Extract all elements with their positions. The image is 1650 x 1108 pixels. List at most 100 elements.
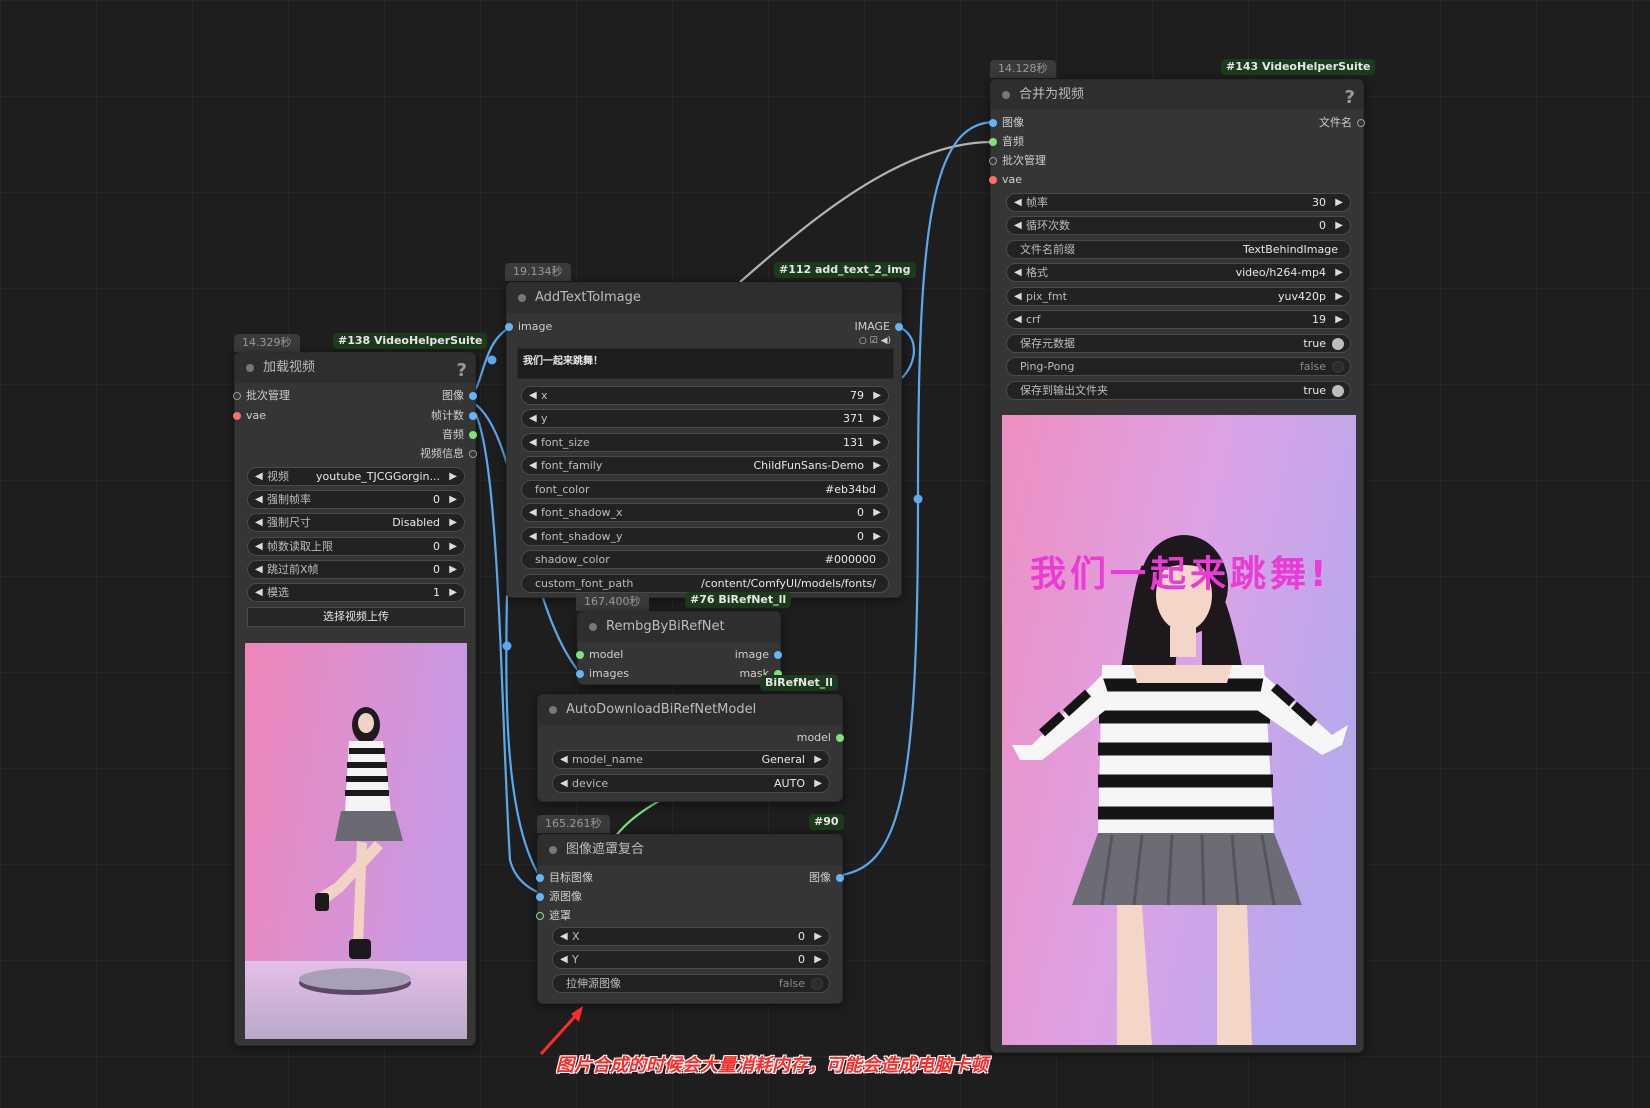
upload-video-button[interactable]: 选择视频上传 [247,607,465,627]
widget-label: font_family [541,459,603,472]
output-port-image[interactable]: image [695,646,785,664]
output-port-model[interactable]: model [747,729,847,747]
video-preview [245,643,467,1039]
help-icon[interactable]: ? [1345,83,1355,113]
toggle-save-output[interactable]: 保存到输出文件夹 true [1006,381,1351,400]
input-port-source[interactable]: 源图像 [533,888,643,906]
text-input[interactable]: 我们一起来跳舞！ [517,348,894,379]
collapse-dot-icon[interactable] [589,623,597,631]
input-port-images[interactable]: 图像 [986,114,1096,132]
add-text-node[interactable]: AddTextToImage image IMAGE ○ ☑ ◀) 我们一起来跳… [505,282,903,598]
widget-skip-frames[interactable]: ◀ 跳过前X帧 0 ▶ [247,560,465,579]
widget-value: 0 [433,540,440,553]
input-port-batch[interactable]: 批次管理 [986,152,1096,170]
combine-time-badge: 14.128秒 [990,60,1056,78]
widget-value: false [1299,360,1326,373]
autodownload-node[interactable]: AutoDownloadBiRefNetModel model ◀ model_n… [537,694,844,802]
widget-x[interactable]: ◀ X 0 ▶ [552,927,830,946]
widget-value: 0 [798,930,805,943]
widget-crf[interactable]: ◀ crf 19 ▶ [1006,310,1351,329]
collapse-dot-icon[interactable] [549,846,557,854]
widget-value: ChildFunSans-Demo [753,459,865,472]
widget-shadow-color[interactable]: shadow_color #000000 [521,550,889,569]
port-label: image [518,320,553,333]
widget-value: 371 [843,412,864,425]
collapse-dot-icon[interactable] [518,294,526,302]
help-icon[interactable]: ? [457,356,467,386]
text-format-icons[interactable]: ○ ☑ ◀) [859,336,891,346]
widget-video[interactable]: ◀ 视频 youtube_TJCGGorgin... ▶ [247,467,465,486]
widget-model-name[interactable]: ◀ model_name General ▶ [552,750,830,769]
output-port-frame-count[interactable]: 帧计数 [370,407,480,425]
widget-label: Y [572,953,579,966]
add-text-time-badge: 19.134秒 [505,263,571,281]
rembg-title[interactable]: RembgByBiRefNet [578,612,780,642]
widget-device[interactable]: ◀ device AUTO ▶ [552,774,830,793]
widget-frame-rate[interactable]: ◀ 帧率 30 ▶ [1006,193,1351,212]
add-text-title[interactable]: AddTextToImage [507,283,901,313]
output-port-image[interactable]: 图像 [370,387,480,405]
widget-select-nth[interactable]: ◀ 模选 1 ▶ [247,583,465,602]
widget-frame-cap[interactable]: ◀ 帧数读取上限 0 ▶ [247,537,465,556]
port-label: 图像 [442,389,464,402]
widget-label: 拉伸源图像 [566,977,621,990]
load-video-node[interactable]: 加载视频 ? 批次管理 vae 图像 帧计数 音频 视频信息 ◀ 视频 youtub… [233,352,477,1046]
widget-pix-fmt[interactable]: ◀ pix_fmt yuv420p ▶ [1006,287,1351,306]
input-port-model[interactable]: model [573,646,663,664]
toggle-resize-source[interactable]: 拉伸源图像 false [552,974,830,993]
composite-node[interactable]: 图像遮罩复合 目标图像 源图像 遮罩 图像 ◀ X 0 ▶ ◀ Y 0 ▶ 拉伸源图像 fal… [536,834,844,1004]
output-port-video-info[interactable]: 视频信息 [370,445,480,463]
composite-title-text: 图像遮罩复合 [566,842,645,857]
port-label: 目标图像 [549,871,593,884]
input-port-mask[interactable]: 遮罩 [533,907,643,925]
combine-video-node[interactable]: 合并为视频 ? 图像 音频 批次管理 vae 文件名 ◀ 帧率 30 ▶ ◀ 循环次数 0… [989,79,1365,1053]
widget-font-family[interactable]: ◀ font_family ChildFunSans-Demo ▶ [521,456,889,475]
widget-custom-font-path[interactable]: custom_font_path/content/ComfyUI/models/… [521,574,889,593]
port-label: 视频信息 [420,447,464,460]
collapse-dot-icon[interactable] [549,706,557,714]
composite-title[interactable]: 图像遮罩复合 [538,835,842,865]
widget-force-size[interactable]: ◀ 强制尺寸 Disabled ▶ [247,513,465,532]
load-video-time-badge: 14.329秒 [234,334,300,352]
overlay-caption: 我们一起来跳舞! [1030,554,1331,595]
input-port-image[interactable]: image [502,318,602,336]
input-port-vae[interactable]: vae [230,407,330,425]
widget-filename-prefix[interactable]: 文件名前缀 TextBehindImage [1006,240,1351,259]
rembg-node[interactable]: RembgByBiRefNet model images image mask [576,611,782,685]
widget-font-shadow-x[interactable]: ◀ font_shadow_x 0 ▶ [521,503,889,522]
input-port-batch[interactable]: 批次管理 [230,387,330,405]
widget-label: font_shadow_x [541,506,623,519]
widget-x[interactable]: ◀ x 79 ▶ [521,386,889,405]
widget-y[interactable]: ◀ Y 0 ▶ [552,950,830,969]
output-port-image[interactable]: 图像 [747,869,847,887]
widget-label: 模选 [267,586,289,599]
collapse-dot-icon[interactable] [246,364,254,372]
wire-gray-audio [739,140,996,283]
autodownload-title[interactable]: AutoDownloadBiRefNetModel [538,695,842,725]
input-port-images[interactable]: images [573,665,663,683]
port-label: 批次管理 [246,389,290,402]
toggle-ping-pong[interactable]: Ping-Pong false [1006,357,1351,376]
widget-y[interactable]: ◀ y 371 ▶ [521,409,889,428]
collapse-dot-icon[interactable] [1002,91,1010,99]
widget-loop-count[interactable]: ◀ 循环次数 0 ▶ [1006,216,1351,235]
output-port-image[interactable]: IMAGE [806,318,906,336]
output-port-audio[interactable]: 音频 [370,426,480,444]
output-port-filenames[interactable]: 文件名 [1268,114,1368,132]
widget-value: youtube_TJCGGorgin... [316,470,440,483]
toggle-save-metadata[interactable]: 保存元数据 true [1006,334,1351,353]
port-label: 遮罩 [549,909,571,922]
load-video-title[interactable]: 加载视频 ? [235,353,475,383]
widget-font-shadow-y[interactable]: ◀ font_shadow_y 0 ▶ [521,527,889,546]
combine-title[interactable]: 合并为视频 ? [991,80,1363,110]
widget-format[interactable]: ◀ 格式 video/h264-mp4 ▶ [1006,263,1351,282]
toggle-knob-icon [1332,361,1344,373]
input-port-audio[interactable]: 音频 [986,133,1096,151]
widget-font-size[interactable]: ◀ font_size 131 ▶ [521,433,889,452]
widget-font-color[interactable]: font_color #eb34bd [521,480,889,499]
widget-force-rate[interactable]: ◀ 强制帧率 0 ▶ [247,490,465,509]
combine-id-badge: #143 VideoHelperSuite [1221,59,1376,75]
input-port-destination[interactable]: 目标图像 [533,869,643,887]
widget-value: 0 [433,563,440,576]
input-port-vae[interactable]: vae [986,171,1096,189]
